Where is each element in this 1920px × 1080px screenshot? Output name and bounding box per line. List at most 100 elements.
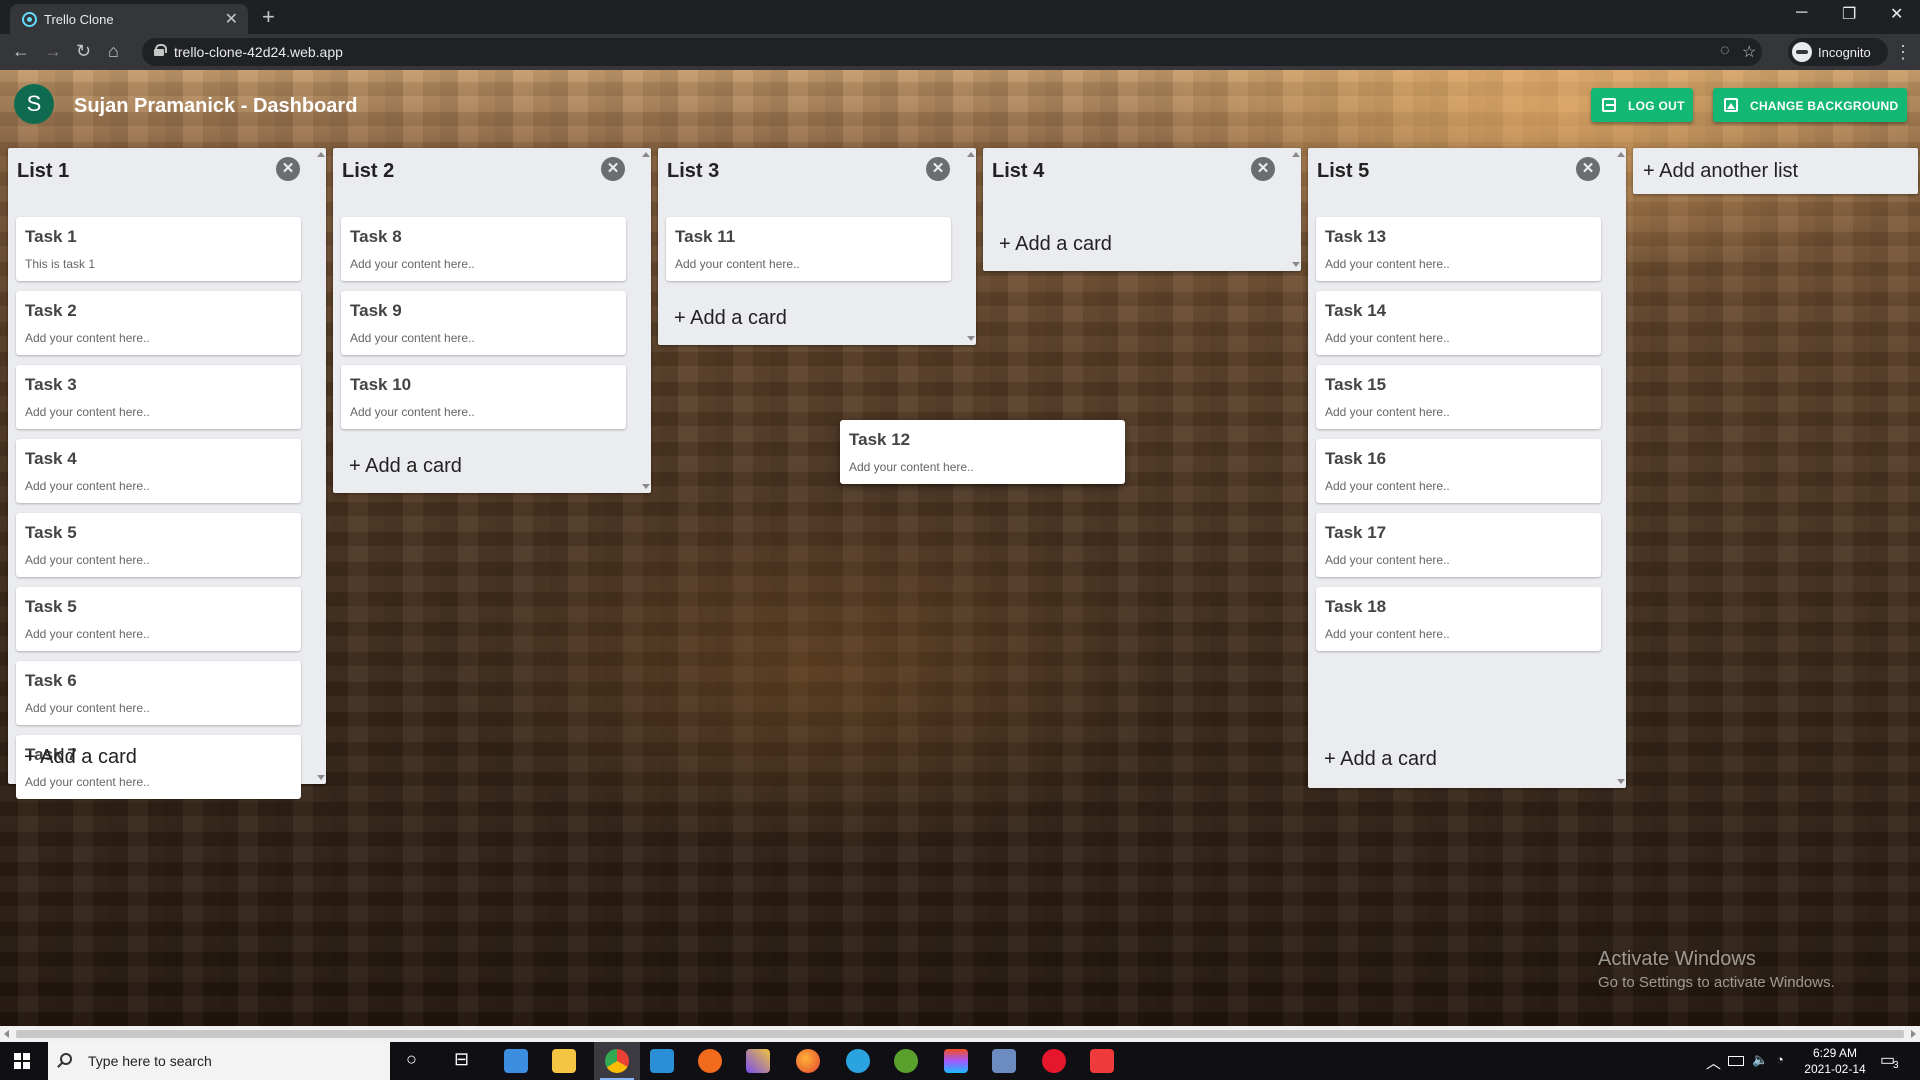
change-background-button[interactable]: CHANGE BACKGROUND bbox=[1713, 88, 1907, 122]
close-list-icon[interactable]: ✕ bbox=[1251, 157, 1275, 181]
activate-windows-subtitle: Go to Settings to activate Windows. bbox=[1598, 974, 1835, 991]
vscode-icon[interactable] bbox=[650, 1049, 674, 1073]
file-explorer-icon[interactable] bbox=[552, 1049, 576, 1073]
window-close-icon[interactable]: ✕ bbox=[1890, 4, 1903, 24]
card[interactable]: Task 5 Add your content here.. bbox=[16, 587, 301, 651]
chrome-icon[interactable] bbox=[605, 1049, 629, 1073]
restore-icon[interactable]: ❐ bbox=[1842, 4, 1856, 24]
list-title[interactable]: List 2 bbox=[342, 160, 394, 183]
card-title: Task 17 bbox=[1325, 523, 1387, 542]
list-scrollbar[interactable] bbox=[966, 148, 976, 345]
battery-icon[interactable] bbox=[1728, 1056, 1744, 1066]
list-title[interactable]: List 4 bbox=[992, 160, 1044, 183]
scroll-down-icon[interactable] bbox=[1617, 779, 1625, 784]
opera-icon[interactable] bbox=[1042, 1049, 1066, 1073]
card[interactable]: Task 17 Add your content here.. bbox=[1316, 513, 1601, 577]
add-card-button[interactable]: + Add a card bbox=[1324, 748, 1437, 771]
card-description: Add your content here.. bbox=[25, 331, 150, 345]
eye-off-icon[interactable]: ◌ bbox=[1720, 42, 1730, 60]
scroll-up-icon[interactable] bbox=[967, 152, 975, 157]
card[interactable]: Task 13 Add your content here.. bbox=[1316, 217, 1601, 281]
close-list-icon[interactable]: ✕ bbox=[601, 157, 625, 181]
firefox-icon[interactable] bbox=[796, 1049, 820, 1073]
card[interactable]: Task 4 Add your content here.. bbox=[16, 439, 301, 503]
card-description: Add your content here.. bbox=[350, 257, 475, 271]
windows-start-icon[interactable] bbox=[14, 1053, 30, 1069]
scroll-up-icon[interactable] bbox=[1292, 152, 1300, 157]
card[interactable]: Task 9 Add your content here.. bbox=[341, 291, 626, 355]
card-title: Task 10 bbox=[350, 375, 412, 394]
list-scrollbar[interactable] bbox=[1616, 148, 1626, 788]
close-list-icon[interactable]: ✕ bbox=[926, 157, 950, 181]
telegram-icon[interactable] bbox=[846, 1049, 870, 1073]
scroll-down-icon[interactable] bbox=[317, 775, 325, 780]
star-icon[interactable]: ☆ bbox=[1742, 42, 1756, 62]
card[interactable]: Task 2 Add your content here.. bbox=[16, 291, 301, 355]
scroll-right-icon[interactable] bbox=[1911, 1030, 1916, 1038]
list-scrollbar[interactable] bbox=[316, 148, 326, 784]
add-card-button[interactable]: + Add a card bbox=[999, 233, 1112, 256]
address-bar[interactable]: trello-clone-42d24.web.app ◌ ☆ bbox=[142, 38, 1762, 66]
postman-icon[interactable] bbox=[698, 1049, 722, 1073]
card[interactable]: Task 16 Add your content here.. bbox=[1316, 439, 1601, 503]
card[interactable]: Task 6 Add your content here.. bbox=[16, 661, 301, 725]
scroll-down-icon[interactable] bbox=[642, 484, 650, 489]
dragging-card[interactable]: Task 12 Add your content here.. bbox=[840, 420, 1125, 484]
git-icon[interactable] bbox=[746, 1049, 770, 1073]
card[interactable]: Task 18 Add your content here.. bbox=[1316, 587, 1601, 651]
app-icon[interactable] bbox=[504, 1049, 528, 1073]
logout-button[interactable]: LOG OUT bbox=[1591, 88, 1693, 122]
tray-chevron-icon[interactable]: ︿ bbox=[1706, 1052, 1721, 1073]
card[interactable]: Task 11 Add your content here.. bbox=[666, 217, 951, 281]
card-title: Task 9 bbox=[350, 301, 402, 320]
utorrent-icon[interactable] bbox=[894, 1049, 918, 1073]
add-card-button[interactable]: + Add a card bbox=[349, 455, 462, 478]
close-list-icon[interactable]: ✕ bbox=[276, 157, 300, 181]
list-title[interactable]: List 5 bbox=[1317, 160, 1369, 183]
figma-icon[interactable] bbox=[944, 1049, 968, 1073]
add-list-button[interactable]: + Add another list bbox=[1633, 148, 1918, 194]
card[interactable]: Task 15 Add your content here.. bbox=[1316, 365, 1601, 429]
browser-tab[interactable]: Trello Clone ✕ bbox=[10, 4, 248, 34]
card[interactable]: Task 8 Add your content here.. bbox=[341, 217, 626, 281]
list-scrollbar[interactable] bbox=[641, 148, 651, 493]
tab-close-icon[interactable]: ✕ bbox=[225, 9, 238, 29]
incognito-badge[interactable]: Incognito bbox=[1788, 38, 1888, 66]
taskbar-search-input[interactable]: Type here to search bbox=[48, 1042, 390, 1080]
forward-icon[interactable]: → bbox=[44, 41, 62, 62]
reload-icon[interactable]: ↻ bbox=[76, 41, 91, 62]
taskbar-clock[interactable]: 6:29 AM 2021-02-14 bbox=[1800, 1045, 1870, 1077]
card[interactable]: Task 10 Add your content here.. bbox=[341, 365, 626, 429]
scroll-down-icon[interactable] bbox=[967, 336, 975, 341]
minimize-icon[interactable]: ─ bbox=[1796, 4, 1807, 22]
home-icon[interactable]: ⌂ bbox=[108, 41, 119, 62]
scrollbar-thumb[interactable] bbox=[16, 1030, 1904, 1038]
back-icon[interactable]: ← bbox=[12, 41, 30, 62]
task-view-icon[interactable]: ⊟ bbox=[454, 1049, 469, 1070]
card[interactable]: Task 14 Add your content here.. bbox=[1316, 291, 1601, 355]
card-title: Task 16 bbox=[1325, 449, 1387, 468]
page-horizontal-scrollbar[interactable] bbox=[0, 1026, 1920, 1042]
cortana-icon[interactable]: ○ bbox=[406, 1049, 417, 1070]
volume-icon[interactable]: 🔈 bbox=[1752, 1052, 1768, 1068]
browser-menu-icon[interactable]: ⋮ bbox=[1894, 42, 1912, 63]
scroll-up-icon[interactable] bbox=[317, 152, 325, 157]
scroll-up-icon[interactable] bbox=[1617, 152, 1625, 157]
new-tab-icon[interactable]: + bbox=[262, 4, 275, 30]
anydesk-icon[interactable] bbox=[1090, 1049, 1114, 1073]
close-list-icon[interactable]: ✕ bbox=[1576, 157, 1600, 181]
list-title[interactable]: List 3 bbox=[667, 160, 719, 183]
list-title[interactable]: List 1 bbox=[17, 160, 69, 183]
scroll-down-icon[interactable] bbox=[1292, 262, 1300, 267]
card[interactable]: Task 5 Add your content here.. bbox=[16, 513, 301, 577]
scroll-left-icon[interactable] bbox=[4, 1030, 9, 1038]
card[interactable]: Task 1 This is task 1 bbox=[16, 217, 301, 281]
add-card-button[interactable]: + Add a card bbox=[674, 307, 787, 330]
wifi-icon[interactable]: ◔ bbox=[1776, 1052, 1784, 1067]
add-card-button[interactable]: + Add a card bbox=[24, 746, 137, 769]
avatar[interactable]: S bbox=[14, 84, 54, 124]
scroll-up-icon[interactable] bbox=[642, 152, 650, 157]
list-scrollbar[interactable] bbox=[1291, 148, 1301, 271]
card[interactable]: Task 3 Add your content here.. bbox=[16, 365, 301, 429]
calculator-icon[interactable] bbox=[992, 1049, 1016, 1073]
